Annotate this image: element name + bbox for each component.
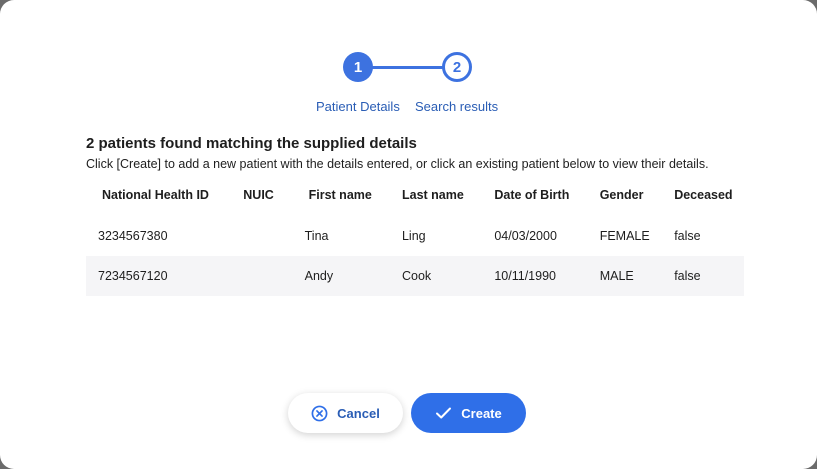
cell-last-name: Ling <box>401 229 426 243</box>
column-header-date-of-birth: Date of Birth <box>494 188 570 202</box>
column-header-national-health-id: National Health ID <box>102 188 209 202</box>
step-connector <box>372 66 443 69</box>
table-header-row: National Health ID NUIC First name Last … <box>86 178 744 212</box>
cell-national-health-id: 7234567120 <box>98 269 168 283</box>
patient-search-modal: 1 2 Patient Details Search results 2 pat… <box>0 0 817 469</box>
cell-gender: FEMALE <box>599 229 650 243</box>
step-2-label[interactable]: Search results <box>415 99 498 114</box>
cell-national-health-id: 3234567380 <box>98 229 168 243</box>
column-header-nuic: NUIC <box>243 188 274 202</box>
column-header-last-name: Last name <box>401 188 464 202</box>
step-2-circle[interactable]: 2 <box>442 52 472 82</box>
cell-gender: MALE <box>599 269 634 283</box>
cell-last-name: Cook <box>401 269 432 283</box>
step-1-circle[interactable]: 1 <box>343 52 373 82</box>
cell-date-of-birth: 10/11/1990 <box>494 269 556 283</box>
results-description: Click [Create] to add a new patient with… <box>86 157 709 171</box>
cell-deceased: false <box>674 229 701 243</box>
cancel-button-label: Cancel <box>337 405 380 421</box>
step-1-number: 1 <box>353 58 363 76</box>
column-header-gender: Gender <box>599 188 644 202</box>
cell-first-name: Andy <box>304 269 334 283</box>
table-row[interactable]: 7234567120 Andy Cook 10/11/1990 MALE fal… <box>86 256 744 296</box>
results-title: 2 patients found matching the supplied d… <box>86 135 417 152</box>
cell-nuic <box>243 256 304 296</box>
cell-nuic <box>243 216 304 256</box>
cell-deceased: false <box>674 269 701 283</box>
circle-x-icon <box>311 405 328 422</box>
stepper: 1 2 <box>0 52 817 84</box>
column-header-first-name: First name <box>308 188 372 202</box>
checkmark-icon <box>435 406 452 420</box>
column-header-deceased: Deceased <box>674 188 733 202</box>
create-button[interactable]: Create <box>411 393 526 433</box>
cell-first-name: Tina <box>304 229 329 243</box>
patient-results-table: National Health ID NUIC First name Last … <box>86 178 744 296</box>
table-row[interactable]: 3234567380 Tina Ling 04/03/2000 FEMALE f… <box>86 216 744 256</box>
cell-date-of-birth: 04/03/2000 <box>494 229 557 243</box>
cancel-button[interactable]: Cancel <box>288 393 403 433</box>
step-1-label[interactable]: Patient Details <box>316 99 400 114</box>
create-button-label: Create <box>461 405 502 421</box>
step-2-number: 2 <box>452 58 462 76</box>
